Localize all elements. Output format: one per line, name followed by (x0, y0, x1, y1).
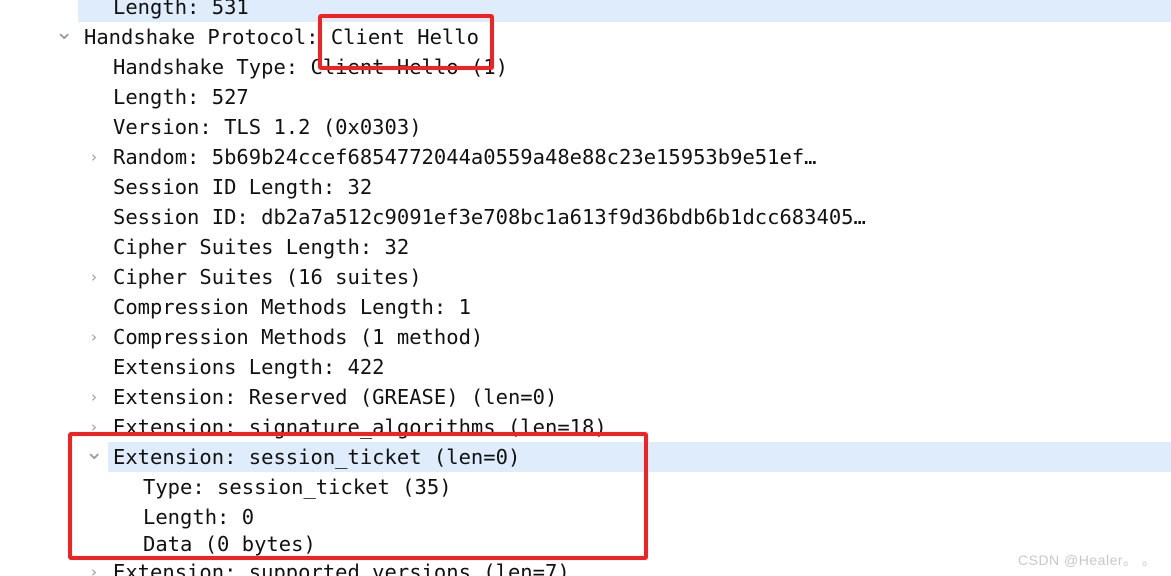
tree-row-length-531-label: Length: 531 (113, 0, 249, 19)
packet-details-pane: Length: 531 ⌄ Handshake Protocol: Client H… (0, 0, 1171, 576)
tree-row-cipher-suites[interactable]: › Cipher Suites (16 suites) (0, 262, 1171, 292)
tree-row-length-0-label: Length: 0 (143, 505, 255, 529)
tree-row-extension-reserved-grease-label: Extension: Reserved (GREASE) (len=0) (113, 385, 558, 409)
chevron-right-icon[interactable]: › (85, 412, 103, 442)
tree-row-extensions-length[interactable]: Extensions Length: 422 (0, 352, 1171, 382)
tree-row-length-531[interactable]: Length: 531 (0, 0, 1171, 22)
tree-row-type-session-ticket-label: Type: session_ticket (35) (143, 475, 452, 499)
tree-row-extension-session-ticket[interactable]: ⌄ Extension: session_ticket (len=0) (0, 442, 1171, 472)
chevron-down-icon[interactable]: ⌄ (85, 442, 103, 472)
chevron-right-icon[interactable]: › (85, 322, 103, 352)
tree-row-data-0-bytes-label: Data (0 bytes) (143, 532, 316, 556)
tree-row-random[interactable]: › Random: 5b69b24ccef6854772044a0559a48e8… (0, 142, 1171, 172)
tree-row-extension-signature-algorithms[interactable]: › Extension: signature_algorithms (len=18… (0, 412, 1171, 442)
tree-row-cipher-suites-label: Cipher Suites (16 suites) (113, 265, 422, 289)
tree-row-type-session-ticket[interactable]: Type: session_ticket (35) (0, 472, 1171, 502)
chevron-right-icon[interactable]: › (85, 262, 103, 292)
tree-row-cipher-suites-length-label: Cipher Suites Length: 32 (113, 235, 410, 259)
csdn-watermark: CSDN @Healer。 。 (1018, 552, 1157, 568)
tree-row-extension-signature-algorithms-label: Extension: signature_algorithms (len=18) (113, 415, 607, 439)
tree-row-extension-reserved-grease[interactable]: › Extension: Reserved (GREASE) (len=0) (0, 382, 1171, 412)
tree-row-session-id[interactable]: Session ID: db2a7a512c9091ef3e708bc1a613… (0, 202, 1171, 232)
tree-row-session-id-label: Session ID: db2a7a512c9091ef3e708bc1a613… (113, 205, 866, 229)
tree-row-extension-supported-versions[interactable]: › Extension: supported_versions (len=7) (0, 557, 1171, 576)
tree-row-session-id-length[interactable]: Session ID Length: 32 (0, 172, 1171, 202)
chevron-right-icon[interactable]: › (85, 382, 103, 412)
tree-row-handshake-type-label: Handshake Type: Client Hello (1) (113, 55, 508, 79)
chevron-down-icon[interactable]: ⌄ (55, 22, 73, 52)
tree-row-compression-methods-length-label: Compression Methods Length: 1 (113, 295, 471, 319)
tree-row-handshake-protocol-label: Handshake Protocol: Client Hello (84, 25, 479, 49)
tree-row-data-0-bytes[interactable]: Data (0 bytes) (0, 529, 1171, 559)
tree-row-compression-methods-label: Compression Methods (1 method) (113, 325, 484, 349)
tree-row-session-id-length-label: Session ID Length: 32 (113, 175, 373, 199)
tree-row-extension-supported-versions-label: Extension: supported_versions (len=7) (113, 560, 570, 576)
tree-row-version-label: Version: TLS 1.2 (0x0303) (113, 115, 422, 139)
tree-row-handshake-protocol[interactable]: ⌄ Handshake Protocol: Client Hello (0, 22, 1171, 52)
chevron-right-icon[interactable]: › (85, 557, 103, 576)
tree-row-extension-session-ticket-label: Extension: session_ticket (len=0) (113, 445, 521, 469)
tree-row-compression-methods[interactable]: › Compression Methods (1 method) (0, 322, 1171, 352)
tree-row-length-0[interactable]: Length: 0 (0, 502, 1171, 532)
tree-row-length-527[interactable]: Length: 527 (0, 82, 1171, 112)
chevron-right-icon[interactable]: › (85, 142, 103, 172)
tree-row-length-527-label: Length: 527 (113, 85, 249, 109)
tree-row-handshake-type[interactable]: Handshake Type: Client Hello (1) (0, 52, 1171, 82)
tree-row-random-label: Random: 5b69b24ccef6854772044a0559a48e88… (113, 145, 817, 169)
tree-row-compression-methods-length[interactable]: Compression Methods Length: 1 (0, 292, 1171, 322)
tree-row-version[interactable]: Version: TLS 1.2 (0x0303) (0, 112, 1171, 142)
tree-row-extensions-length-label: Extensions Length: 422 (113, 355, 385, 379)
tree-row-cipher-suites-length[interactable]: Cipher Suites Length: 32 (0, 232, 1171, 262)
